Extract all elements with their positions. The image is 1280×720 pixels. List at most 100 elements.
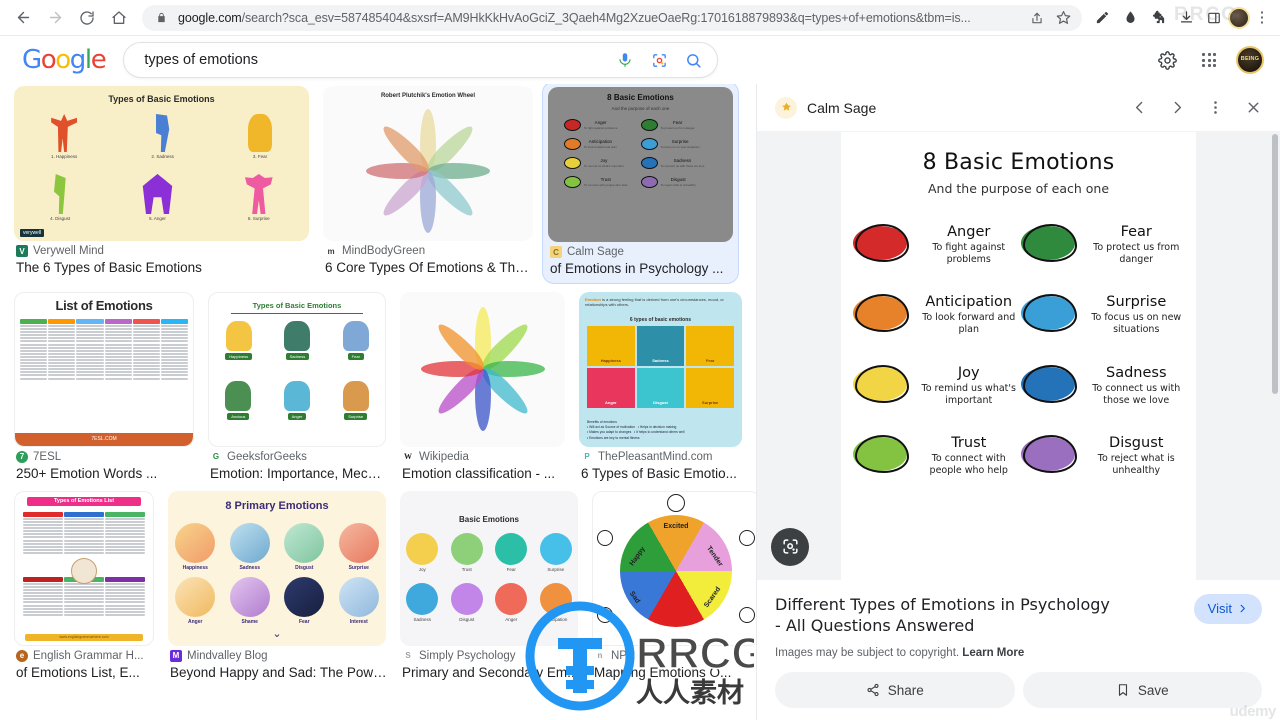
search-icon[interactable] bbox=[677, 44, 709, 76]
result-source: S Simply Psychology bbox=[402, 650, 580, 662]
thumbnail-art: Robert Plutchik's Emotion Wheel bbox=[323, 86, 533, 241]
result-card-geeksforgeeks[interactable]: Types of Basic Emotions Happiness Sadnes… bbox=[208, 291, 390, 483]
result-card-mindbodygreen[interactable]: Robert Plutchik's Emotion Wheel m MindBo… bbox=[323, 86, 537, 284]
emotion-name: Trust bbox=[951, 434, 987, 451]
result-thumbnail[interactable]: Robert Plutchik's Emotion Wheel bbox=[323, 86, 533, 241]
result-card-wikipedia[interactable]: W Wikipedia Emotion classification - ... bbox=[400, 291, 569, 483]
result-meta: m MindBodyGreen 6 Core Types Of Emotions… bbox=[323, 241, 537, 277]
chevron-left-icon[interactable] bbox=[1122, 91, 1156, 125]
result-card-7esl[interactable]: List of Emotions 7ESL.COM 7 7ESL 250+ Em… bbox=[14, 291, 198, 483]
fig-label: Interest bbox=[349, 618, 368, 625]
result-title[interactable]: Mapping Emotions O... bbox=[594, 665, 756, 682]
result-title[interactable]: 6 Types of Basic Emotio... bbox=[581, 466, 744, 483]
microphone-icon[interactable] bbox=[609, 44, 641, 76]
result-thumbnail[interactable] bbox=[400, 291, 565, 447]
fig-label: Fear bbox=[705, 357, 715, 363]
chevron-right-icon[interactable] bbox=[1160, 91, 1194, 125]
result-thumbnail[interactable]: 8 Basic Emotions And the purpose of each… bbox=[548, 87, 733, 242]
calm-sage-icon bbox=[775, 96, 797, 119]
back-arrow-icon bbox=[17, 11, 29, 24]
fig-label: Anger bbox=[505, 616, 518, 622]
google-apps-grid-icon[interactable] bbox=[1194, 45, 1224, 75]
result-title[interactable]: Primary and Secondary Em... bbox=[402, 665, 580, 682]
fig-label: Fear bbox=[506, 566, 516, 572]
gear-icon[interactable] bbox=[1152, 45, 1182, 75]
art-title: 6 types of basic emotions bbox=[629, 316, 692, 323]
result-card-englishgrammar[interactable]: Types of Emotions List www.englishgramma… bbox=[14, 490, 158, 682]
forward-button[interactable] bbox=[40, 3, 70, 33]
result-title[interactable]: The 6 Types of Basic Emotions bbox=[16, 260, 311, 277]
art-subtitle: And the purpose of each one bbox=[611, 106, 670, 111]
result-thumbnail[interactable]: Emotion is a strong feeling that is deri… bbox=[579, 291, 742, 447]
back-button[interactable] bbox=[8, 3, 38, 33]
fig-label: Anger bbox=[188, 618, 203, 625]
pie-label: Scared bbox=[702, 586, 722, 610]
result-thumbnail[interactable]: List of Emotions 7ESL.COM bbox=[14, 291, 194, 447]
joy-face-icon bbox=[851, 363, 913, 407]
result-title[interactable]: Emotion: Importance, Mecha... bbox=[210, 466, 388, 483]
kebab-menu-icon[interactable]: ⋮ bbox=[1252, 10, 1272, 25]
pen-icon[interactable] bbox=[1090, 6, 1114, 30]
reload-button[interactable] bbox=[72, 3, 102, 33]
pie-label: Happy bbox=[628, 546, 647, 568]
result-title[interactable]: 6 Core Types Of Emotions & Their... bbox=[325, 260, 535, 277]
download-icon[interactable] bbox=[1174, 6, 1198, 30]
result-card-npr[interactable]: Excited Tender Scared Sad Happy n NPR Ma… bbox=[592, 490, 756, 682]
account-avatar[interactable]: BEING bbox=[1236, 46, 1264, 74]
result-title[interactable]: Beyond Happy and Sad: The Power o... bbox=[170, 665, 388, 682]
result-source: 7 7ESL bbox=[16, 450, 196, 463]
result-thumbnail[interactable]: Basic Emotions Joy Trust Fear Surprise S… bbox=[400, 490, 578, 646]
thumbnail-art: Types of Emotions List www.englishgramma… bbox=[15, 492, 153, 645]
search-box[interactable] bbox=[123, 42, 719, 78]
art-title: List of Emotions bbox=[55, 297, 153, 313]
save-button[interactable]: Save bbox=[1022, 672, 1262, 708]
trust-face-icon bbox=[851, 433, 913, 477]
share-button[interactable]: Share bbox=[775, 672, 1015, 708]
puzzle-icon[interactable] bbox=[1146, 6, 1170, 30]
preview-image-stage[interactable]: 8 Basic Emotions And the purpose of each… bbox=[757, 132, 1280, 580]
kebab-menu-icon[interactable] bbox=[1198, 91, 1232, 125]
preview-scrollbar[interactable] bbox=[1272, 134, 1278, 394]
result-title[interactable]: Emotion classification - ... bbox=[402, 466, 567, 483]
result-thumbnail[interactable]: 8 Primary Emotions Happiness Sadness Dis… bbox=[168, 490, 386, 646]
result-thumbnail[interactable]: Excited Tender Scared Sad Happy bbox=[592, 490, 756, 646]
result-card-pleasantmind[interactable]: Emotion is a strong feeling that is deri… bbox=[579, 291, 746, 483]
visit-button[interactable]: Visit bbox=[1193, 593, 1262, 624]
emotion-name: Fear bbox=[1120, 224, 1152, 240]
home-button[interactable] bbox=[104, 3, 134, 33]
split-screen-icon[interactable] bbox=[1202, 6, 1226, 30]
emotion-item-anticipation: Anticipation To look forward and plan bbox=[851, 292, 1019, 336]
fig-label: Fear bbox=[298, 618, 310, 625]
thumbnail-art: Excited Tender Scared Sad Happy bbox=[593, 492, 756, 645]
surprise-face-icon bbox=[1019, 292, 1081, 336]
preview-source-name[interactable]: Calm Sage bbox=[807, 100, 876, 116]
browser-toolbar: google.com/search?sca_esv=587485404&sxsr… bbox=[0, 0, 1280, 36]
address-bar[interactable]: google.com/search?sca_esv=587485404&sxsr… bbox=[142, 4, 1082, 31]
google-lens-icon[interactable] bbox=[643, 44, 675, 76]
learn-more-link[interactable]: Learn More bbox=[962, 647, 1024, 659]
google-lens-button[interactable] bbox=[771, 527, 809, 566]
result-title[interactable]: of Emotions List, E... bbox=[16, 665, 156, 682]
fig-label: 3. Fear bbox=[252, 154, 268, 159]
profile-avatar[interactable] bbox=[1228, 6, 1250, 29]
result-card-simplypsychology[interactable]: Basic Emotions Joy Trust Fear Surprise S… bbox=[400, 490, 582, 682]
result-card-mindvalley[interactable]: 8 Primary Emotions Happiness Sadness Dis… bbox=[168, 490, 390, 682]
result-card-verywell[interactable]: Types of Basic Emotions 1. Happiness 2. … bbox=[14, 86, 313, 284]
google-logo[interactable]: Google bbox=[22, 45, 107, 75]
result-title[interactable]: of Emotions in Psychology ... bbox=[550, 261, 728, 278]
thumbnail-art: Emotion is a strong feeling that is deri… bbox=[579, 292, 742, 447]
droplet-icon[interactable] bbox=[1118, 6, 1142, 30]
result-card-calmsage-selected[interactable]: 8 Basic Emotions And the purpose of each… bbox=[542, 84, 739, 284]
share-icon[interactable] bbox=[1028, 9, 1046, 27]
search-input[interactable] bbox=[142, 51, 608, 69]
result-thumbnail[interactable]: Types of Basic Emotions Happiness Sadnes… bbox=[208, 291, 386, 447]
result-title[interactable]: 250+ Emotion Words ... bbox=[16, 466, 196, 483]
art-title: Robert Plutchik's Emotion Wheel bbox=[380, 93, 476, 99]
preview-result-title[interactable]: Different Types of Emotions in Psycholog… bbox=[775, 594, 1115, 637]
close-icon[interactable] bbox=[1236, 91, 1270, 125]
result-thumbnail[interactable]: Types of Basic Emotions 1. Happiness 2. … bbox=[14, 86, 309, 241]
fig-label: 4. Disgust bbox=[50, 216, 71, 221]
star-icon[interactable] bbox=[1054, 9, 1072, 27]
result-thumbnail[interactable]: Types of Emotions List www.englishgramma… bbox=[14, 490, 154, 646]
fig-label: Happiness bbox=[225, 352, 253, 360]
